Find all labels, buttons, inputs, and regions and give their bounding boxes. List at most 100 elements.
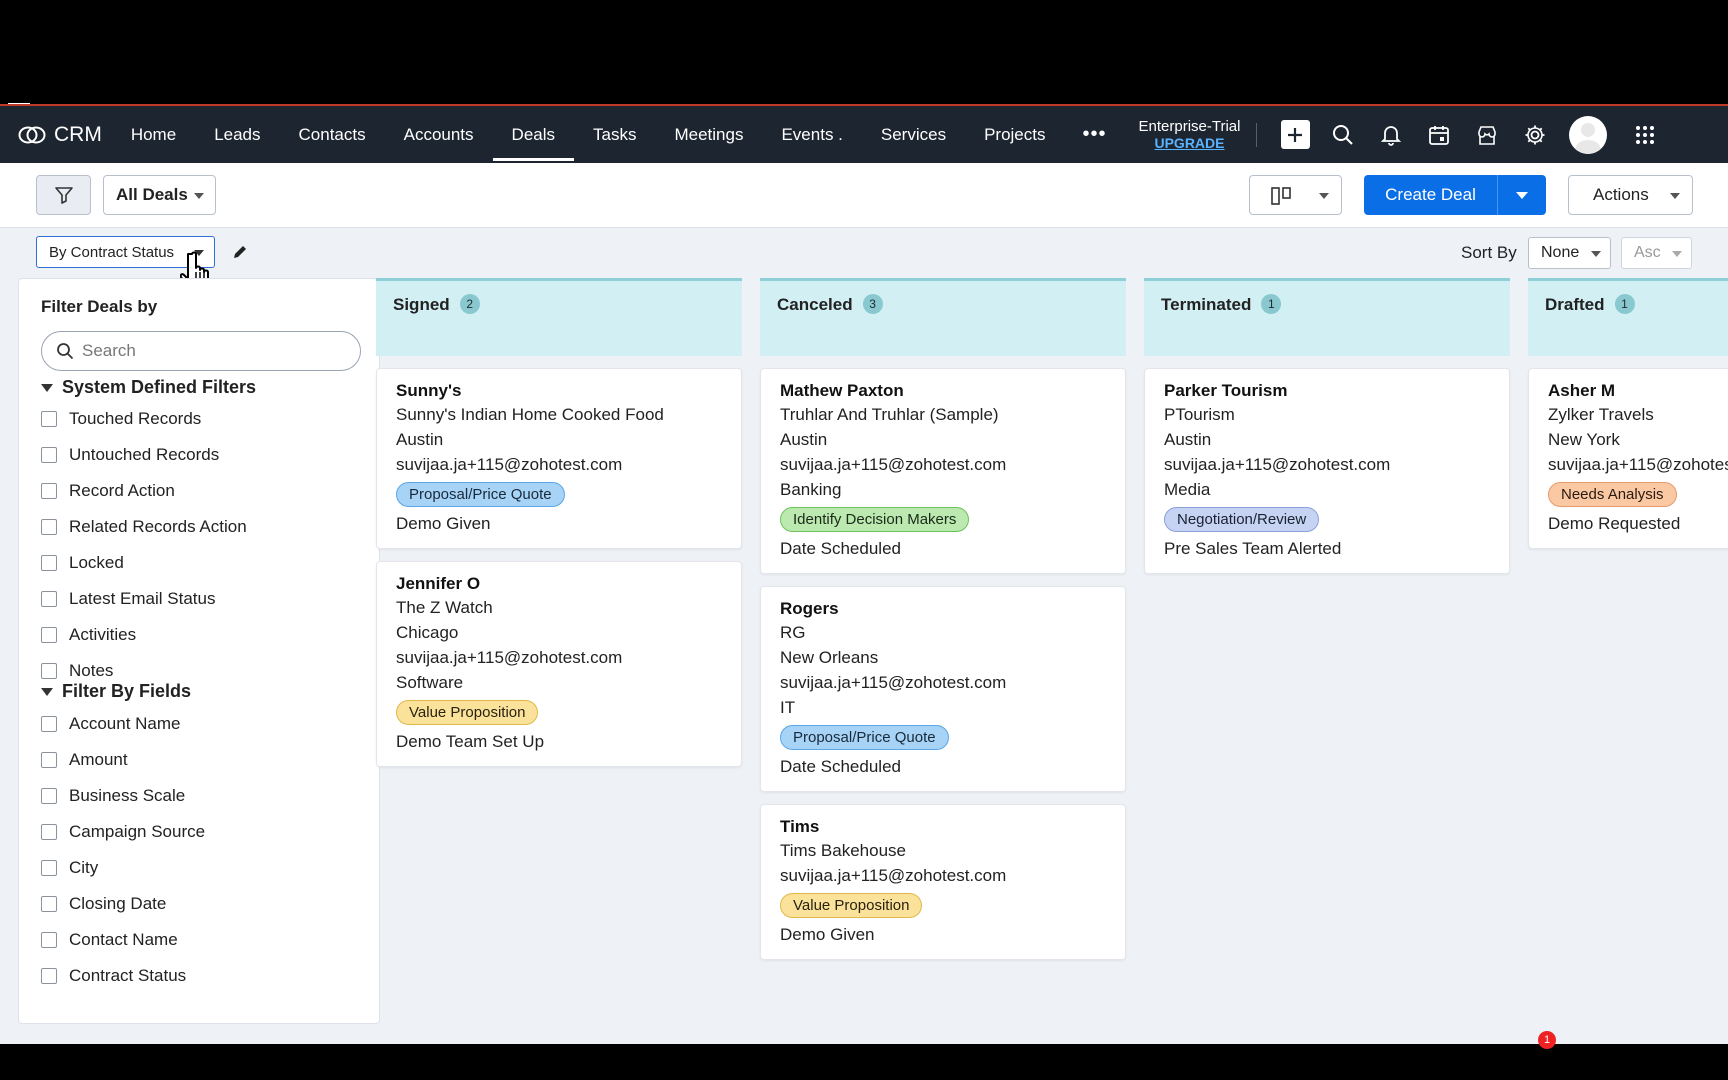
stage-badge: Value Proposition bbox=[780, 893, 923, 918]
deal-field: Tims Bakehouse bbox=[780, 841, 906, 860]
checkbox[interactable] bbox=[41, 447, 57, 463]
group-by-label: By Contract Status bbox=[49, 243, 175, 261]
nav-item-services[interactable]: Services bbox=[862, 106, 965, 163]
deal-card[interactable]: Tims Tims Bakehouse suvijaa.ja+115@zohotes… bbox=[760, 804, 1126, 960]
view-selector[interactable]: All Deals bbox=[103, 175, 216, 215]
filter-option-label: Business Scale bbox=[69, 786, 186, 805]
filter-option[interactable]: Activities bbox=[41, 617, 247, 653]
deal-name[interactable]: Parker Tourism bbox=[1164, 379, 1490, 402]
deal-field: Austin bbox=[396, 430, 444, 449]
calendar-icon[interactable] bbox=[1415, 115, 1463, 155]
upgrade-link[interactable]: UPGRADE bbox=[1139, 135, 1241, 151]
filter-option[interactable]: Account Name bbox=[41, 706, 205, 742]
field-filters-header[interactable]: Filter By Fields bbox=[41, 681, 191, 702]
deal-card[interactable]: Mathew Paxton Truhlar And Truhlar (Sample… bbox=[760, 368, 1126, 574]
filter-option[interactable]: Contact Name bbox=[41, 922, 205, 958]
filter-option[interactable]: Business Scale bbox=[41, 778, 205, 814]
checkbox[interactable] bbox=[41, 716, 57, 732]
checkbox[interactable] bbox=[41, 788, 57, 804]
search-icon[interactable] bbox=[1319, 115, 1367, 155]
checkbox[interactable] bbox=[41, 519, 57, 535]
actions-button[interactable]: Actions bbox=[1568, 175, 1693, 215]
checkbox[interactable] bbox=[41, 591, 57, 607]
deal-field: Austin bbox=[1164, 430, 1212, 449]
deal-card[interactable]: Rogers RG New Orleans suvijaa.ja+115@zohote… bbox=[760, 586, 1126, 792]
nav-item-meetings[interactable]: Meetings bbox=[655, 106, 762, 163]
stage-badge: Value Proposition bbox=[396, 700, 539, 725]
filter-option[interactable]: Untouched Records bbox=[41, 437, 247, 473]
sort-field-select[interactable]: None bbox=[1528, 237, 1611, 269]
filter-option[interactable]: Contract Status bbox=[41, 958, 205, 994]
checkbox[interactable] bbox=[41, 968, 57, 984]
deal-card[interactable]: Asher M Zylker Travels New York suvijaa.ja+… bbox=[1528, 368, 1728, 549]
filter-option[interactable]: Latest Email Status bbox=[41, 581, 247, 617]
deal-card[interactable]: Parker Tourism PTourism Austin suvijaa.ja+1… bbox=[1144, 368, 1510, 574]
create-deal-button[interactable]: Create Deal bbox=[1364, 185, 1497, 205]
deal-card[interactable]: Sunny's Sunny's Indian Home Cooked Food Au… bbox=[376, 368, 742, 549]
deal-field: suvijaa.ja+115@zohotest.com bbox=[1164, 455, 1391, 474]
deal-name[interactable]: Tims bbox=[780, 815, 1106, 838]
filter-option[interactable]: City bbox=[41, 850, 205, 886]
quick-create-button[interactable] bbox=[1271, 115, 1319, 155]
checkbox[interactable] bbox=[41, 411, 57, 427]
checkbox[interactable] bbox=[41, 483, 57, 499]
filter-option[interactable]: Related Records Action bbox=[41, 509, 247, 545]
filter-option-label: Untouched Records bbox=[69, 445, 220, 464]
nav-item-deals[interactable]: Deals bbox=[492, 106, 575, 163]
nav-item-projects[interactable]: Projects bbox=[965, 106, 1064, 163]
filter-option[interactable]: Campaign Source bbox=[41, 814, 205, 850]
deal-field: Zylker Travels bbox=[1548, 405, 1654, 424]
divider bbox=[1256, 122, 1258, 147]
notification-badge[interactable]: 1 bbox=[1538, 1031, 1556, 1049]
checkbox[interactable] bbox=[41, 752, 57, 768]
layout-switcher[interactable] bbox=[1249, 175, 1342, 215]
bell-icon[interactable] bbox=[1367, 115, 1415, 155]
search-icon bbox=[57, 343, 74, 360]
deal-name[interactable]: Mathew Paxton bbox=[780, 379, 1106, 402]
avatar[interactable] bbox=[1569, 115, 1608, 154]
filter-option[interactable]: Locked bbox=[41, 545, 247, 581]
checkbox[interactable] bbox=[41, 824, 57, 840]
checkbox[interactable] bbox=[41, 627, 57, 643]
apps-grid-icon[interactable] bbox=[1621, 115, 1669, 155]
filter-toggle-button[interactable] bbox=[36, 175, 91, 215]
sort-order-value: Asc bbox=[1634, 244, 1661, 261]
checkbox[interactable] bbox=[41, 860, 57, 876]
app-name: CRM bbox=[54, 122, 102, 146]
nav-item-contacts[interactable]: Contacts bbox=[280, 106, 385, 163]
deal-name[interactable]: Asher M bbox=[1548, 379, 1728, 402]
filter-option[interactable]: Record Action bbox=[41, 473, 247, 509]
stage-badge: Proposal/Price Quote bbox=[780, 725, 949, 750]
deal-card[interactable]: Jennifer O The Z Watch Chicago suvijaa.ja+1… bbox=[376, 561, 742, 767]
checkbox[interactable] bbox=[41, 555, 57, 571]
filter-option-label: Touched Records bbox=[69, 409, 202, 428]
create-deal-button-group: Create Deal bbox=[1364, 175, 1546, 215]
nav-item-events[interactable]: Events . bbox=[762, 106, 861, 163]
view-selector-label: All Deals bbox=[116, 185, 188, 204]
marketplace-icon[interactable] bbox=[1463, 115, 1511, 155]
deal-name[interactable]: Sunny's bbox=[396, 379, 722, 402]
edit-pencil-icon[interactable] bbox=[232, 244, 248, 260]
sort-order-select[interactable]: Asc bbox=[1621, 237, 1692, 269]
system-filters-header[interactable]: System Defined Filters bbox=[41, 377, 256, 398]
checkbox[interactable] bbox=[41, 663, 57, 679]
checkbox[interactable] bbox=[41, 896, 57, 912]
filter-search-box[interactable] bbox=[41, 331, 361, 371]
gear-icon[interactable] bbox=[1511, 115, 1559, 155]
filter-option[interactable]: Amount bbox=[41, 742, 205, 778]
more-modules-icon[interactable]: ••• bbox=[1065, 123, 1125, 146]
nav-item-accounts[interactable]: Accounts bbox=[385, 106, 493, 163]
checkbox[interactable] bbox=[41, 932, 57, 948]
filter-option[interactable]: Closing Date bbox=[41, 886, 205, 922]
create-deal-dropdown[interactable] bbox=[1498, 191, 1546, 199]
filter-option[interactable]: Touched Records bbox=[41, 401, 247, 437]
chevron-down-icon bbox=[1670, 193, 1680, 199]
crm-logo[interactable]: CRM bbox=[18, 123, 102, 147]
deal-name[interactable]: Rogers bbox=[780, 597, 1106, 620]
nav-item-tasks[interactable]: Tasks bbox=[574, 106, 655, 163]
nav-item-home[interactable]: Home bbox=[112, 106, 195, 163]
deal-name[interactable]: Jennifer O bbox=[396, 572, 722, 595]
nav-item-leads[interactable]: Leads bbox=[195, 106, 279, 163]
filter-search-input[interactable] bbox=[82, 341, 342, 361]
deal-field: The Z Watch bbox=[396, 598, 493, 617]
